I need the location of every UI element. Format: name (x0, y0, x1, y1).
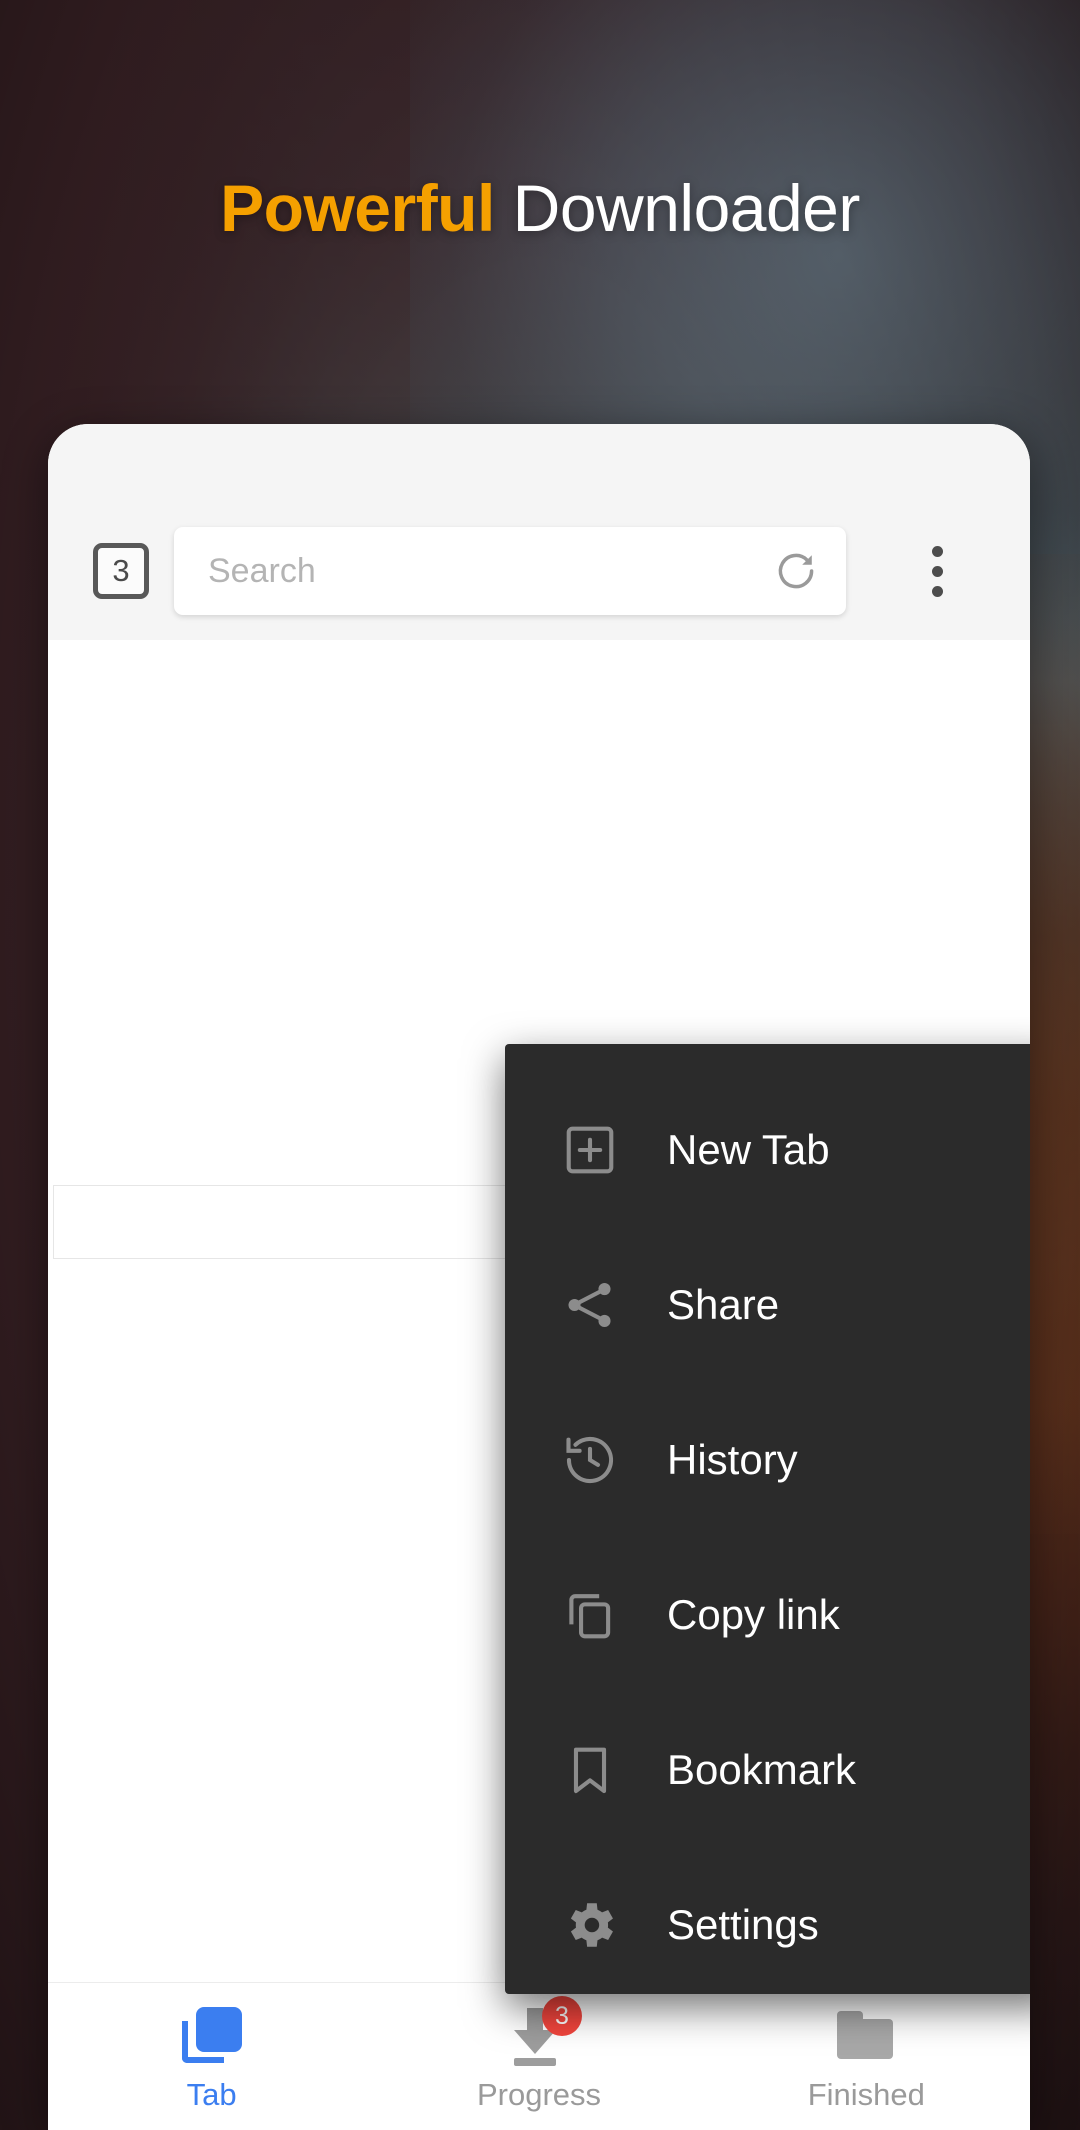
browser-toolbar: 3 (48, 424, 1030, 640)
overflow-dot (931, 585, 943, 597)
plus-square-icon (555, 1115, 625, 1185)
menu-label-bookmark: Bookmark (667, 1745, 857, 1793)
download-arrow-icon: 3 (507, 1996, 582, 2066)
folder-icon (834, 2005, 898, 2065)
bottom-navigation-bar: Tab 3 Progress Finished (48, 1982, 1030, 2130)
nav-label-progress: Progress (476, 2077, 602, 2112)
menu-label-share: Share (667, 1280, 780, 1328)
menu-label-history: History (667, 1435, 798, 1483)
refresh-icon[interactable] (772, 547, 820, 595)
nav-item-tab[interactable]: Tab (48, 1983, 375, 2130)
share-icon (555, 1270, 625, 1340)
menu-item-copy-link[interactable]: Copy link (505, 1537, 1030, 1692)
headline-rest-word: Downloader (494, 171, 861, 245)
menu-label-settings: Settings (667, 1900, 819, 1948)
overflow-dropdown-menu: New Tab Share History Copy link Bookmark… (505, 1044, 1030, 1994)
phone-mockup: 3 Search Tab 3 Progress Finished New Tab… (48, 424, 1030, 2130)
layers-icon (180, 2005, 244, 2065)
menu-label-copy-link: Copy link (667, 1590, 840, 1638)
nav-item-finished[interactable]: Finished (703, 1983, 1030, 2130)
download-arrow-head (513, 2030, 556, 2054)
page-headline: Powerful Downloader (0, 170, 1080, 246)
nav-item-progress[interactable]: 3 Progress (375, 1983, 702, 2130)
overflow-dot (931, 565, 943, 577)
copy-icon (555, 1580, 625, 1650)
nav-label-finished: Finished (807, 2077, 925, 2112)
layers-front-sheet (195, 2007, 242, 2052)
history-clock-icon (555, 1425, 625, 1495)
headline-accent-word: Powerful (220, 171, 495, 245)
search-bar[interactable] (174, 527, 846, 615)
progress-badge: 3 (541, 1996, 582, 2036)
menu-item-settings[interactable]: Settings (505, 1847, 1030, 2002)
menu-label-new-tab: New Tab (667, 1125, 830, 1173)
folder-body (837, 2019, 894, 2059)
overflow-dot (931, 545, 943, 557)
menu-item-new-tab[interactable]: New Tab (505, 1072, 1030, 1227)
download-arrow-base (513, 2058, 556, 2066)
search-input[interactable] (208, 527, 728, 615)
bookmark-icon (555, 1735, 625, 1805)
menu-item-bookmark[interactable]: Bookmark (505, 1692, 1030, 1847)
tab-count-box-icon[interactable]: 3 (93, 543, 149, 599)
nav-label-tab: Tab (186, 2077, 237, 2112)
gear-icon (555, 1890, 625, 1960)
menu-item-share[interactable]: Share (505, 1227, 1030, 1382)
overflow-menu-dots-icon[interactable] (898, 532, 976, 610)
tab-count-label: 3 (112, 553, 130, 588)
menu-item-history[interactable]: History (505, 1382, 1030, 1537)
